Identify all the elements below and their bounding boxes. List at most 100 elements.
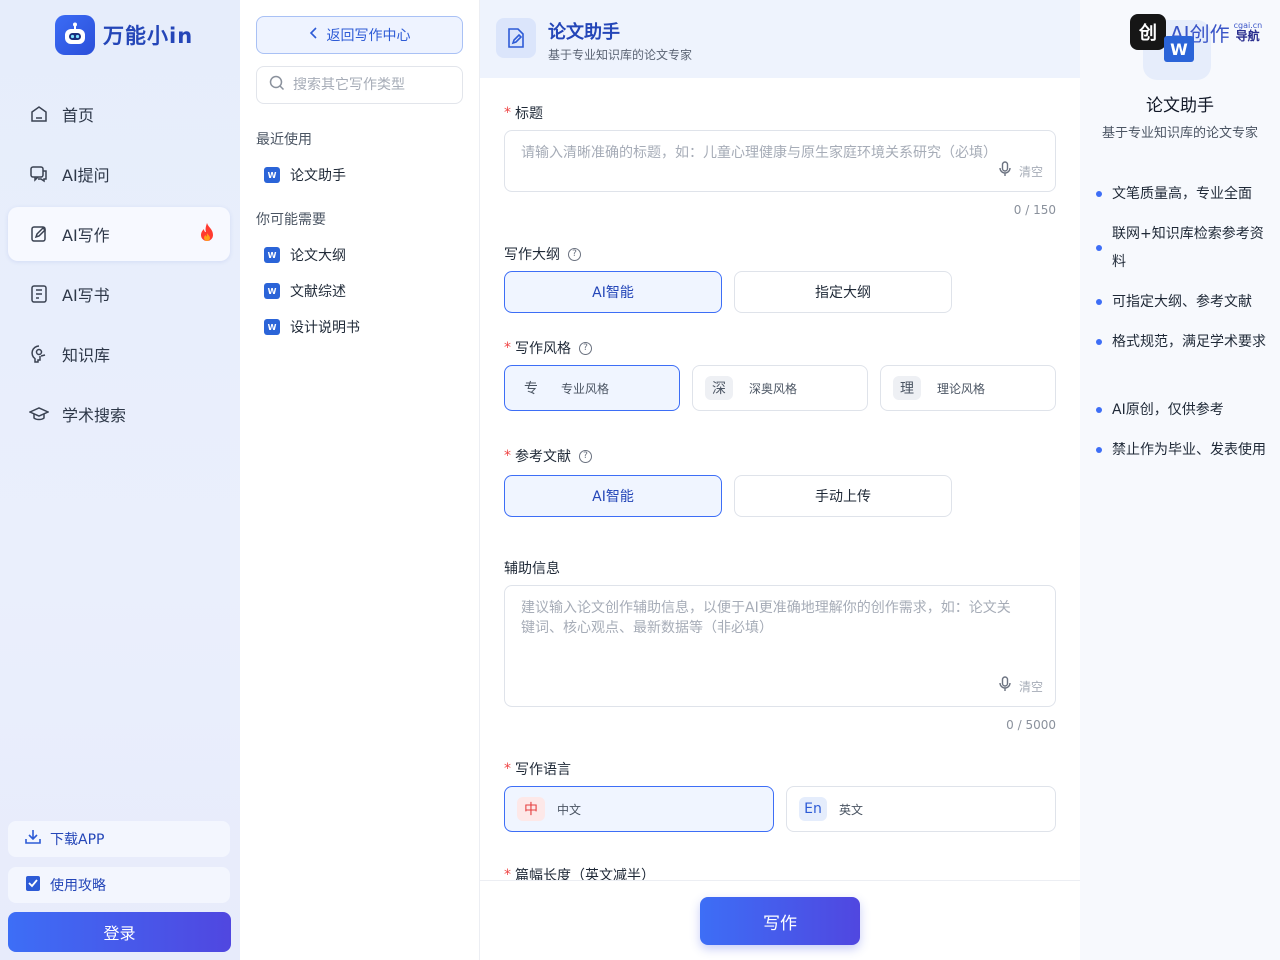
style-label-text: 写作风格 — [515, 341, 571, 357]
suggest-item-label: 文献综述 — [290, 284, 346, 300]
download-app-button[interactable]: 下载APP — [8, 821, 230, 857]
home-icon — [28, 103, 50, 125]
aux-clear-button[interactable]: 清空 — [1019, 677, 1043, 697]
edit-document-icon — [496, 18, 536, 58]
outline-label-text: 写作大纲 — [504, 247, 560, 263]
form-footer: 写作 — [480, 880, 1080, 960]
writing-type-search[interactable] — [256, 66, 463, 104]
suggest-section-title: 你可能需要 — [256, 212, 326, 228]
title-tools: 清空 — [999, 161, 1043, 183]
hot-fire-icon — [198, 222, 216, 248]
write-submit-button[interactable]: 写作 — [700, 897, 860, 945]
style-option-profound[interactable]: 深 深奥风格 — [692, 365, 868, 411]
style-badge: 理 — [893, 376, 921, 400]
language-option-chinese[interactable]: 中 中文 — [504, 786, 774, 832]
feature-item: 格式规范，满足学术要求 — [1096, 328, 1268, 356]
feature-item: 文笔质量高，专业全面 — [1096, 180, 1268, 208]
nav-label: 学术搜索 — [62, 406, 127, 425]
required-mark: * — [504, 761, 511, 777]
suggest-item-label: 设计说明书 — [290, 320, 360, 336]
aux-field-label: 辅助信息 — [504, 558, 560, 578]
guide-label: 使用攻略 — [50, 878, 106, 894]
write-icon — [28, 223, 50, 245]
watermark-logo: 创 AI创作 cgai.cn 导航 — [1130, 14, 1262, 50]
required-mark: * — [504, 448, 511, 464]
language-badge: En — [799, 797, 827, 821]
word-doc-icon: W — [264, 167, 283, 183]
references-option-ai[interactable]: AI智能 — [504, 475, 722, 517]
bullet-dot — [1096, 191, 1102, 197]
language-option-label: 英文 — [839, 802, 864, 817]
nav-item-ai-book[interactable]: AI写书 — [8, 267, 230, 321]
book-icon — [28, 283, 50, 305]
chevron-left-icon — [309, 27, 319, 43]
form-header: 论文助手 基于专业知识库的论文专家 — [480, 0, 1080, 78]
outline-field-label: 写作大纲 ? — [504, 244, 581, 264]
references-option-upload[interactable]: 手动上传 — [734, 475, 952, 517]
recent-item[interactable]: W 论文助手 — [264, 165, 346, 185]
title-field-label: * 标题 — [504, 103, 543, 123]
language-badge: 中 — [517, 797, 545, 821]
feature-item: 联网+知识库检索参考资料 — [1096, 220, 1268, 276]
title-clear-button[interactable]: 清空 — [1019, 162, 1043, 182]
outline-option-ai[interactable]: AI智能 — [504, 271, 722, 313]
nav-item-knowledge[interactable]: 知识库 — [8, 327, 230, 381]
guide-check-icon — [24, 874, 42, 896]
title-textarea[interactable]: 请输入清晰准确的标题，如：儿童心理健康与原生家庭环境关系研究（必填） 清空 — [504, 130, 1056, 192]
nav-label: AI写书 — [62, 286, 110, 305]
nav-item-academic-search[interactable]: 学术搜索 — [8, 387, 230, 441]
word-doc-icon: W — [264, 319, 283, 335]
recent-item-label: 论文助手 — [290, 168, 346, 184]
word-doc-icon: W — [264, 283, 283, 299]
style-field-label: * 写作风格 ? — [504, 338, 592, 358]
bullet-dot — [1096, 299, 1102, 305]
chat-icon — [28, 163, 50, 185]
feature-text: 格式规范，满足学术要求 — [1112, 334, 1266, 350]
language-option-english[interactable]: En 英文 — [786, 786, 1056, 832]
brand-name: 万能小in — [103, 24, 194, 48]
microphone-icon[interactable] — [999, 161, 1011, 183]
microphone-icon[interactable] — [999, 676, 1011, 698]
suggest-item-label: 论文大纲 — [290, 248, 346, 264]
style-option-professional[interactable]: 专 专业风格 — [504, 365, 680, 411]
aux-char-counter: 0 / 5000 — [1006, 718, 1056, 732]
nav-label: 知识库 — [62, 346, 111, 365]
references-field-label: * 参考文献 ? — [504, 446, 592, 466]
nav-item-home[interactable]: 首页 — [8, 87, 230, 141]
search-icon — [269, 75, 285, 95]
user-guide-button[interactable]: 使用攻略 — [8, 867, 230, 903]
login-button[interactable]: 登录 — [8, 912, 231, 952]
feature-item: 可指定大纲、参考文献 — [1096, 288, 1268, 316]
bullet-dot — [1096, 245, 1102, 251]
required-mark: * — [504, 340, 511, 356]
brand-logo[interactable]: 万能小in — [55, 15, 193, 55]
help-icon[interactable]: ? — [579, 449, 592, 463]
references-label-text: 参考文献 — [515, 449, 571, 465]
help-icon[interactable]: ? — [579, 341, 592, 355]
feature-text: 文笔质量高，专业全面 — [1112, 186, 1252, 202]
help-icon[interactable]: ? — [568, 247, 581, 261]
nav-label: AI提问 — [62, 166, 110, 185]
title-char-counter: 0 / 150 — [1013, 203, 1056, 217]
word-doc-icon: W — [264, 247, 283, 263]
feature-text: 禁止作为毕业、发表使用 — [1112, 442, 1266, 458]
nav-item-ai-ask[interactable]: AI提问 — [8, 147, 230, 201]
aux-textarea[interactable]: 建议输入论文创作辅助信息，以便于AI更准确地理解你的创作需求，如：论文关键词、核… — [504, 585, 1056, 707]
feature-text: 可指定大纲、参考文献 — [1112, 294, 1252, 310]
suggest-item[interactable]: W 论文大纲 — [264, 245, 346, 265]
suggest-item[interactable]: W 文献综述 — [264, 281, 346, 301]
download-icon — [24, 828, 42, 850]
knowledge-icon — [28, 343, 50, 365]
back-to-writing-center-button[interactable]: 返回写作中心 — [256, 16, 463, 54]
download-label: 下载APP — [50, 832, 105, 848]
suggest-item[interactable]: W 设计说明书 — [264, 317, 360, 337]
outline-option-specified[interactable]: 指定大纲 — [734, 271, 952, 313]
style-option-label: 深奥风格 — [749, 381, 798, 396]
language-option-label: 中文 — [557, 802, 582, 817]
style-badge: 专 — [524, 381, 538, 397]
style-option-theoretical[interactable]: 理 理论风格 — [880, 365, 1056, 411]
search-input[interactable] — [293, 77, 443, 93]
style-option-label: 理论风格 — [937, 381, 986, 396]
nav-item-ai-write[interactable]: AI写作 — [8, 207, 230, 261]
required-mark: * — [504, 105, 511, 121]
